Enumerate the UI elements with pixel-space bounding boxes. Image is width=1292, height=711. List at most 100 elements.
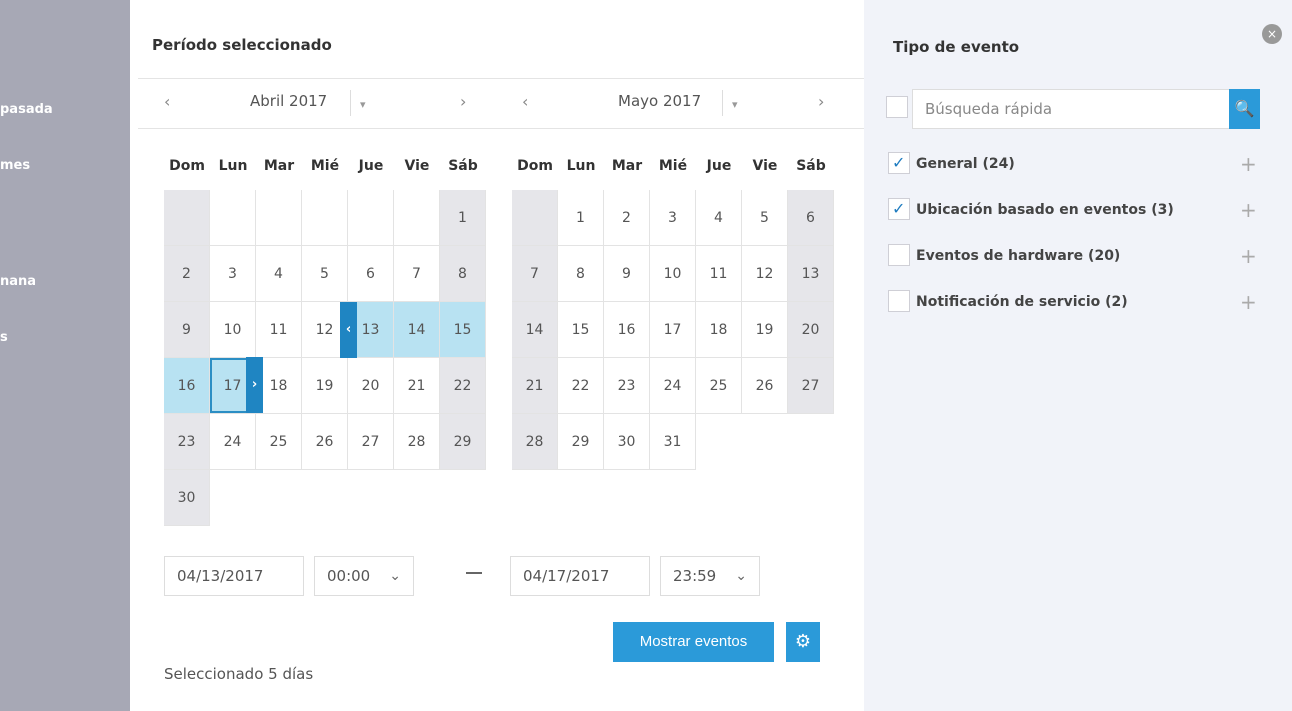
month-title-may[interactable]: Mayo 2017: [618, 92, 701, 110]
select-all-checkbox[interactable]: [886, 96, 908, 118]
day-cell[interactable]: 19: [302, 358, 348, 414]
day-cell[interactable]: 9: [604, 246, 650, 302]
prev-month-button[interactable]: ‹: [164, 92, 170, 111]
day-cell[interactable]: 6: [348, 246, 394, 302]
sidebar-item-week[interactable]: nana: [0, 274, 36, 289]
search-input[interactable]: Búsqueda rápida: [912, 89, 1230, 129]
day-cell[interactable]: 21: [512, 358, 558, 414]
end-time-select[interactable]: 23:59 ⌄: [660, 556, 760, 596]
next-month-button[interactable]: ›: [460, 92, 466, 111]
day-cell[interactable]: 14: [512, 302, 558, 358]
day-cell[interactable]: 22: [440, 358, 486, 414]
day-cell[interactable]: 15: [440, 302, 486, 358]
day-cell[interactable]: 3: [650, 190, 696, 246]
day-cell[interactable]: 23: [604, 358, 650, 414]
day-cell[interactable]: 8: [440, 246, 486, 302]
chevron-down-icon: ⌄: [735, 568, 747, 584]
day-cell[interactable]: 29: [558, 414, 604, 470]
day-cell[interactable]: 19: [742, 302, 788, 358]
day-cell[interactable]: 21: [394, 358, 440, 414]
divider: [722, 90, 723, 116]
empty-day-cell: [256, 190, 302, 246]
day-cell[interactable]: 10: [650, 246, 696, 302]
event-checkbox[interactable]: [888, 198, 910, 220]
day-cell[interactable]: 22: [558, 358, 604, 414]
day-cell[interactable]: 14: [394, 302, 440, 358]
day-cell[interactable]: 23: [164, 414, 210, 470]
plus-icon[interactable]: +: [1240, 244, 1257, 268]
range-end-handle[interactable]: ›: [246, 357, 263, 413]
day-cell[interactable]: 26: [302, 414, 348, 470]
day-cell[interactable]: 6: [788, 190, 834, 246]
end-date-input[interactable]: 04/17/2017: [510, 556, 650, 596]
day-cell[interactable]: 30: [164, 470, 210, 526]
day-cell[interactable]: 13: [788, 246, 834, 302]
day-cell[interactable]: 7: [512, 246, 558, 302]
day-cell[interactable]: 26: [742, 358, 788, 414]
day-cell[interactable]: 9: [164, 302, 210, 358]
weekday-header: Jue: [358, 158, 384, 174]
day-cell[interactable]: 1: [558, 190, 604, 246]
plus-icon[interactable]: +: [1240, 198, 1257, 222]
day-cell[interactable]: 4: [696, 190, 742, 246]
day-cell[interactable]: 25: [696, 358, 742, 414]
sidebar-item-month[interactable]: mes: [0, 158, 30, 173]
day-cell[interactable]: 12: [742, 246, 788, 302]
day-cell[interactable]: 5: [302, 246, 348, 302]
day-cell[interactable]: 11: [256, 302, 302, 358]
day-cell[interactable]: 3: [210, 246, 256, 302]
day-cell[interactable]: 24: [210, 414, 256, 470]
day-cell[interactable]: 30: [604, 414, 650, 470]
day-cell[interactable]: 28: [512, 414, 558, 470]
app-root: pasada mes nana s Período seleccionado ‹…: [0, 0, 1292, 711]
day-cell[interactable]: 25: [256, 414, 302, 470]
weekday-header: Sáb: [796, 158, 826, 174]
search-icon[interactable]: 🔍: [1229, 89, 1260, 129]
day-cell[interactable]: 28: [394, 414, 440, 470]
day-cell[interactable]: 5: [742, 190, 788, 246]
day-cell[interactable]: 18: [696, 302, 742, 358]
event-checkbox[interactable]: [888, 244, 910, 266]
chevron-down-icon[interactable]: ▾: [360, 98, 366, 111]
sidebar-item-other[interactable]: s: [0, 330, 8, 345]
day-cell[interactable]: 1: [440, 190, 486, 246]
day-cell[interactable]: 27: [348, 414, 394, 470]
day-cell[interactable]: 31: [650, 414, 696, 470]
day-cell[interactable]: 11: [696, 246, 742, 302]
day-cell[interactable]: 4: [256, 246, 302, 302]
day-cell[interactable]: 17: [650, 302, 696, 358]
day-cell[interactable]: 10: [210, 302, 256, 358]
range-start-handle[interactable]: ‹: [340, 302, 357, 358]
event-checkbox[interactable]: [888, 152, 910, 174]
day-cell[interactable]: 2: [164, 246, 210, 302]
day-cell[interactable]: 8: [558, 246, 604, 302]
plus-icon[interactable]: +: [1240, 152, 1257, 176]
day-cell[interactable]: 2: [604, 190, 650, 246]
day-cell[interactable]: 15: [558, 302, 604, 358]
event-label: General (24): [916, 156, 1015, 172]
day-cell[interactable]: 7: [394, 246, 440, 302]
day-cell[interactable]: 16: [604, 302, 650, 358]
day-cell[interactable]: 27: [788, 358, 834, 414]
prev-month-button[interactable]: ‹: [522, 92, 528, 111]
weekday-header: Lun: [218, 158, 248, 174]
start-time-select[interactable]: 00:00 ⌄: [314, 556, 414, 596]
show-events-button[interactable]: Mostrar eventos: [613, 622, 774, 662]
weekday-header: Jue: [706, 158, 732, 174]
sidebar-item-last-week[interactable]: pasada: [0, 102, 53, 117]
day-cell[interactable]: 20: [788, 302, 834, 358]
month-title-april[interactable]: Abril 2017: [250, 92, 327, 110]
selected-days-text: Seleccionado 5 días: [164, 665, 314, 683]
day-cell[interactable]: 20: [348, 358, 394, 414]
day-cell[interactable]: 24: [650, 358, 696, 414]
plus-icon[interactable]: +: [1240, 290, 1257, 314]
gear-icon[interactable]: ⚙: [786, 622, 820, 662]
close-icon[interactable]: ×: [1262, 24, 1282, 44]
chevron-down-icon[interactable]: ▾: [732, 98, 738, 111]
start-date-input[interactable]: 04/13/2017: [164, 556, 304, 596]
day-cell[interactable]: 16: [164, 358, 210, 414]
event-checkbox[interactable]: [888, 290, 910, 312]
day-cell[interactable]: 29: [440, 414, 486, 470]
divider: [138, 78, 864, 79]
next-month-button[interactable]: ›: [818, 92, 824, 111]
